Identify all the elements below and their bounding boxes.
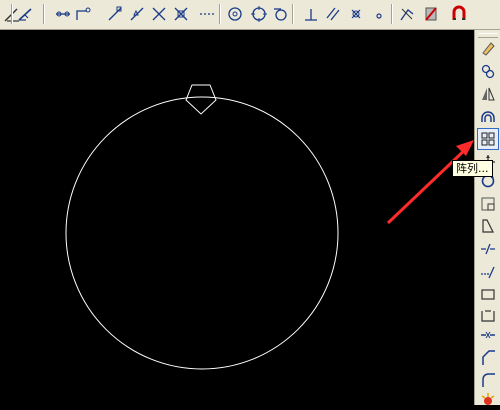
trim-icon[interactable]	[478, 239, 498, 259]
snap-settings-icon[interactable]	[420, 3, 442, 25]
top-toolbar	[0, 0, 500, 30]
snap-apparent-intersection-icon[interactable]	[170, 3, 192, 25]
pointer-arrow	[386, 143, 472, 225]
snap-extension-icon[interactable]	[196, 3, 218, 25]
snap-endpoint-icon[interactable]	[104, 3, 126, 25]
join-icon[interactable]	[478, 325, 498, 345]
dimension-icon[interactable]	[14, 3, 36, 25]
snap-midpoint-icon[interactable]	[126, 3, 148, 25]
scale-icon[interactable]	[478, 194, 498, 214]
toolbar-separator	[11, 4, 13, 24]
offset-icon[interactable]	[478, 107, 498, 127]
snap-parallel-icon[interactable]	[322, 3, 344, 25]
explode-icon[interactable]	[478, 390, 498, 410]
break-at-point-icon[interactable]	[478, 284, 498, 304]
snap-none-icon[interactable]	[396, 3, 418, 25]
chamfer-icon[interactable]	[478, 348, 498, 368]
toolbar-separator	[219, 4, 221, 24]
drawn-circle	[65, 96, 339, 370]
snap-nearest-icon[interactable]	[368, 3, 390, 25]
toolbar-separator	[43, 4, 45, 24]
snap-intersection-icon[interactable]	[148, 3, 170, 25]
drawing-geometry	[65, 84, 474, 370]
snap-perpendicular-icon[interactable]	[300, 3, 322, 25]
drawing-canvas[interactable]	[0, 30, 474, 405]
fillet-icon[interactable]	[478, 370, 498, 390]
modify-toolbar	[474, 30, 500, 405]
snap-quadrant-icon[interactable]	[248, 3, 270, 25]
linear-dim-icon[interactable]	[52, 3, 74, 25]
break-icon[interactable]	[478, 306, 498, 326]
copy-icon[interactable]	[478, 61, 498, 81]
ordinate-dim-icon[interactable]	[72, 3, 94, 25]
array-icon[interactable]	[477, 128, 499, 150]
drawn-pentagon	[185, 84, 217, 115]
mirror-icon[interactable]	[478, 84, 498, 104]
erase-icon[interactable]	[478, 38, 498, 58]
snap-tangent-icon[interactable]	[270, 3, 292, 25]
pointer-arrow-head	[456, 140, 474, 156]
toolbar-separator	[292, 4, 294, 24]
snap-node-icon[interactable]	[345, 3, 367, 25]
magnet-icon[interactable]	[448, 3, 470, 25]
stretch-icon[interactable]	[478, 216, 498, 236]
array-tooltip: 阵列...	[452, 160, 493, 177]
toolbar-separator	[391, 4, 393, 24]
extend-icon[interactable]	[478, 262, 498, 282]
snap-center-icon[interactable]	[224, 3, 246, 25]
